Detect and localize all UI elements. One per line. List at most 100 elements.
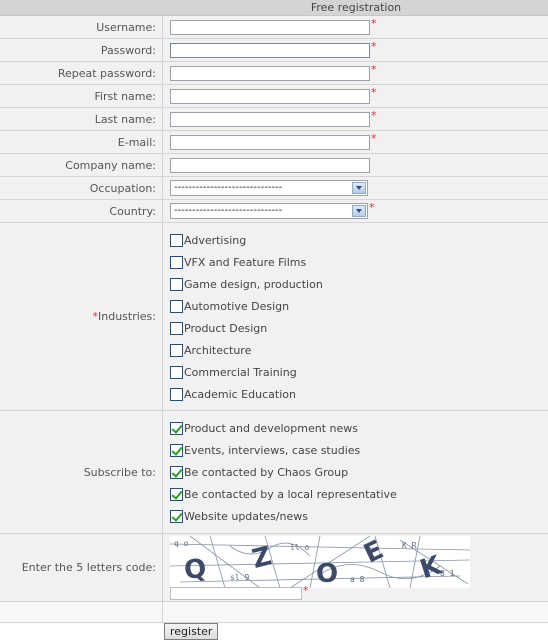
checkbox-checked[interactable] [170,465,183,479]
email-label: E-mail: [0,131,163,153]
row-company-name: Company name: [0,154,548,177]
option-label: Website updates/news [184,509,309,523]
row-subscribe: Subscribe to: Product and development ne… [0,411,548,534]
industry-option-vfx[interactable]: VFX and Feature Films [170,254,306,270]
industry-option-advertising[interactable]: Advertising [170,232,246,248]
subscribe-option-chaos-group[interactable]: Be contacted by Chaos Group [170,464,348,480]
checkbox[interactable] [170,365,183,379]
required-star: * [371,63,377,76]
row-occupation: Occupation: ----------------------------… [0,177,548,200]
option-label: Academic Education [184,387,296,401]
industry-option-automotive[interactable]: Automotive Design [170,298,289,314]
option-label: Product Design [184,321,268,335]
checkbox-checked[interactable] [170,509,183,523]
industry-option-game-design[interactable]: Game design, production [170,276,323,292]
last-name-label: Last name: [0,108,163,130]
svg-text:a 8: a 8 [350,575,365,584]
captcha-label: Enter the 5 letters code: [0,534,163,601]
required-star: * [303,584,309,597]
row-spacer [0,602,548,623]
svg-text:K: K [416,550,445,585]
username-label: Username: [0,16,163,38]
industry-option-product-design[interactable]: Product Design [170,320,267,336]
required-star: * [371,40,377,53]
required-star: * [371,109,377,122]
industry-option-commercial-training[interactable]: Commercial Training [170,364,297,380]
required-star: * [369,201,375,214]
occupation-label: Occupation: [0,177,163,199]
row-first-name: First name: * [0,85,548,108]
required-star: * [371,86,377,99]
row-country: Country: ------------------------------ … [0,200,548,223]
repeat-password-input[interactable] [170,66,370,81]
industry-option-architecture[interactable]: Architecture [170,342,251,358]
last-name-input[interactable] [170,112,370,127]
row-repeat-password: Repeat password: * [0,62,548,85]
subscribe-option-local-representative[interactable]: Be contacted by a local representative [170,486,397,502]
svg-text:E: E [359,536,388,570]
checkbox[interactable] [170,233,183,247]
checkbox-checked[interactable] [170,421,183,435]
industries-label: * Industries: [0,223,163,410]
svg-text:q o: q o [174,539,189,548]
row-captcha: Enter the 5 letters code: q o sl 9 ll o … [0,534,548,602]
subscribe-option-product-news[interactable]: Product and development news [170,420,358,436]
option-label: Be contacted by a local representative [184,487,397,501]
checkbox[interactable] [170,321,183,335]
country-select[interactable]: ------------------------------ [170,203,368,219]
country-value: ------------------------------ [174,205,283,216]
occupation-select[interactable]: ------------------------------ [170,180,368,196]
captcha-image: q o sl 9 ll o a 8 K R 8 1 Q Z O E K [169,535,471,589]
industry-option-academic-education[interactable]: Academic Education [170,386,296,402]
subscribe-option-events[interactable]: Events, interviews, case studies [170,442,360,458]
checkbox[interactable] [170,277,183,291]
option-label: VFX and Feature Films [184,255,307,269]
required-star: * [371,132,377,145]
company-name-input[interactable] [170,158,370,173]
chevron-down-icon[interactable] [352,205,366,217]
checkbox[interactable] [170,387,183,401]
checkbox-checked[interactable] [170,487,183,501]
spacer-cell [0,602,163,622]
register-button[interactable]: register [164,623,219,640]
svg-text:Q: Q [182,553,208,586]
company-name-label: Company name: [0,154,163,176]
checkbox[interactable] [170,343,183,357]
option-label: Commercial Training [184,365,297,379]
row-last-name: Last name: * [0,108,548,131]
option-label: Events, interviews, case studies [184,443,361,457]
option-label: Automotive Design [184,299,290,313]
subscribe-label: Subscribe to: [0,411,163,533]
svg-text:O: O [316,559,338,588]
option-label: Advertising [184,233,247,247]
row-email: E-mail: * [0,131,548,154]
form-title: Free registration [310,1,402,14]
form-header: Free registration [0,0,548,16]
svg-text:sl 9: sl 9 [230,573,249,582]
email-input[interactable] [170,135,370,150]
option-label: Be contacted by Chaos Group [184,465,349,479]
occupation-value: ------------------------------ [174,182,283,193]
password-label: Password: [0,39,163,61]
checkbox-checked[interactable] [170,443,183,457]
checkbox[interactable] [170,299,183,313]
first-name-input[interactable] [170,89,370,104]
required-star: * [371,17,377,30]
row-password: Password: * [0,39,548,62]
registration-form: Free registration Username: * Password: … [0,0,548,640]
svg-text:ll o: ll o [290,543,309,552]
checkbox[interactable] [170,255,183,269]
country-label: Country: [0,200,163,222]
row-industries: * Industries: Advertising VFX and Feature… [0,223,548,411]
username-input[interactable] [170,20,370,35]
svg-text:K R: K R [402,541,417,550]
option-label: Game design, production [184,277,323,291]
repeat-password-label: Repeat password: [0,62,163,84]
chevron-down-icon[interactable] [352,182,366,194]
industries-label-text: Industries: [98,310,156,323]
password-input[interactable] [170,43,370,58]
first-name-label: First name: [0,85,163,107]
option-label: Product and development news [184,421,358,435]
subscribe-option-website-updates[interactable]: Website updates/news [170,508,308,524]
captcha-input[interactable] [170,587,302,600]
